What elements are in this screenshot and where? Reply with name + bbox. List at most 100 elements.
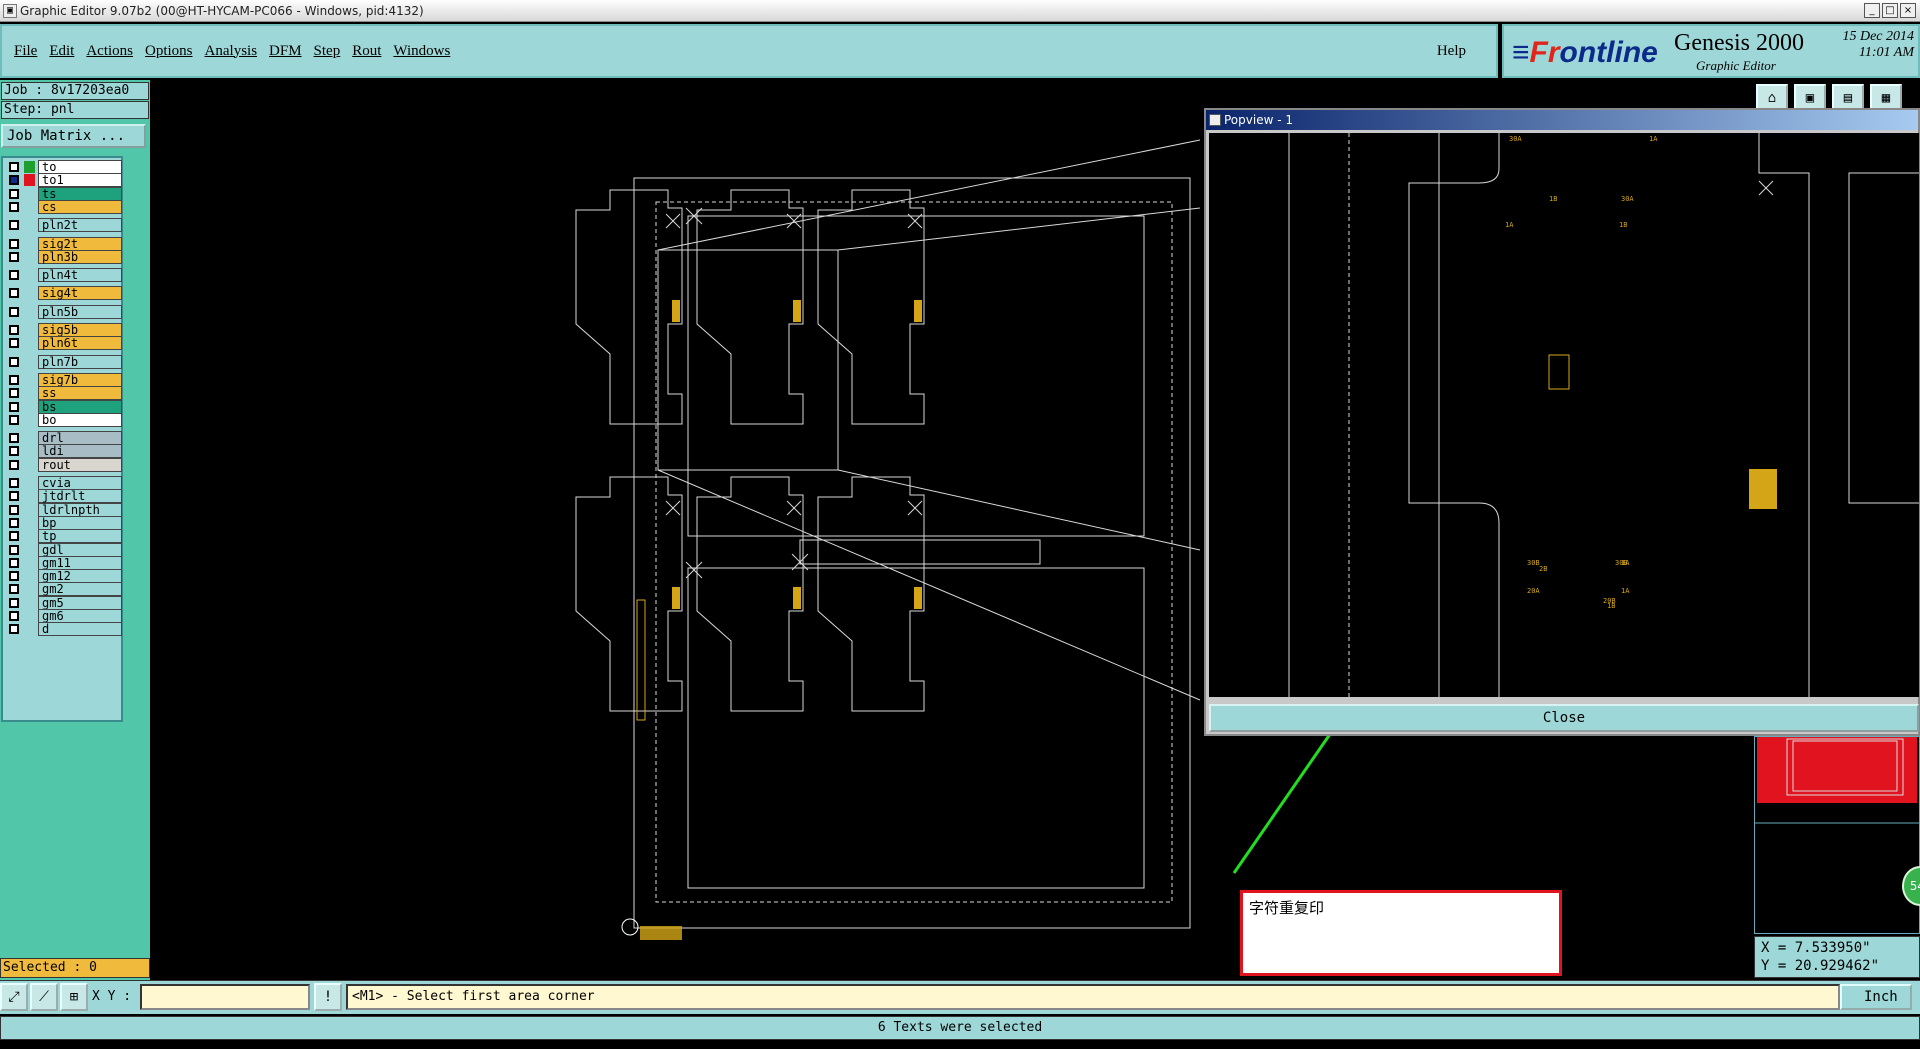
menu-analysis[interactable]: Analysis (205, 43, 258, 60)
alert-icon[interactable]: ! (314, 983, 342, 1011)
close-window-button[interactable]: × (1900, 3, 1916, 18)
layer-name[interactable]: pln6t (38, 336, 122, 351)
layer-row-pln4t[interactable]: pln4t (5, 268, 122, 283)
layer-checkbox[interactable] (9, 338, 19, 349)
zoom-area-icon[interactable]: ⤢ (0, 983, 28, 1011)
measure-icon[interactable]: ⟋ (30, 983, 58, 1011)
layer-checkbox[interactable] (9, 584, 19, 595)
layer-checkbox[interactable] (9, 325, 19, 335)
layer-row-sig4t[interactable]: sig4t (5, 286, 122, 301)
layer-row-pln3b[interactable]: pln3b (5, 249, 122, 264)
layer-checkbox[interactable] (9, 611, 19, 621)
layer-checkbox[interactable] (9, 162, 19, 172)
layer-row-ldrlnpth[interactable]: ldrlnpth (5, 502, 122, 517)
layer-row-sig7b[interactable]: sig7b (5, 372, 122, 387)
menu-options[interactable]: Options (145, 43, 193, 60)
layer-row-jtdrlt[interactable]: jtdrlt (5, 489, 122, 504)
layer-checkbox[interactable] (9, 433, 19, 444)
layer-row-bs[interactable]: bs (5, 399, 122, 414)
maximize-button[interactable]: □ (1882, 3, 1898, 18)
layer-checkbox[interactable] (9, 597, 19, 608)
job-matrix-button[interactable]: Job Matrix ... (1, 124, 146, 148)
layer-row-pln6t[interactable]: pln6t (5, 336, 122, 351)
layer-checkbox[interactable] (9, 478, 19, 488)
layer-name[interactable]: pln4t (38, 268, 122, 283)
menu-actions[interactable]: Actions (86, 43, 133, 60)
units-select[interactable]: Inch (1840, 984, 1912, 1010)
layer-name[interactable]: bo (38, 412, 122, 427)
layer-checkbox[interactable] (9, 388, 19, 399)
layer-name[interactable]: pln5b (38, 304, 122, 319)
snap-grid-icon[interactable]: ⊞ (60, 983, 88, 1011)
layer-checkbox[interactable] (9, 401, 19, 412)
layer-name[interactable]: sig2t (38, 236, 122, 251)
layer-checkbox[interactable] (9, 504, 19, 515)
layer-checkbox[interactable] (9, 238, 19, 249)
layer-row-ts[interactable]: ts (5, 186, 122, 201)
layer-checkbox[interactable] (9, 374, 19, 385)
layer-name[interactable]: gm5 (38, 595, 122, 610)
layer-name[interactable]: gm12 (38, 569, 122, 584)
layer-row-gm12[interactable]: gm12 (5, 569, 122, 584)
layer-name[interactable]: tp (38, 529, 122, 544)
layer-name[interactable]: ss (38, 386, 122, 401)
layer-checkbox[interactable] (9, 446, 19, 457)
layer-row-bo[interactable]: bo (5, 412, 122, 427)
layer-row-tp[interactable]: tp (5, 529, 122, 544)
layer-row-bp[interactable]: bp (5, 515, 122, 530)
layer-row-d[interactable]: d (5, 622, 122, 637)
menu-step[interactable]: Step (314, 43, 341, 60)
layer-checkbox[interactable] (9, 491, 19, 502)
layer-checkbox[interactable] (9, 306, 19, 317)
layer-row-gdl[interactable]: gdl (5, 542, 122, 557)
layer-name[interactable]: jtdrlt (38, 489, 122, 504)
layer-name[interactable]: ldi (38, 444, 122, 459)
layer-row-to1[interactable]: to1 (5, 173, 122, 188)
layer-name[interactable]: gm2 (38, 582, 122, 597)
layer-checkbox[interactable] (9, 270, 19, 281)
layer-row-rout[interactable]: rout (5, 457, 122, 472)
layer-checkbox[interactable] (9, 624, 19, 635)
layer-name[interactable]: pln3b (38, 249, 122, 264)
minimize-button[interactable]: _ (1864, 3, 1880, 18)
layer-name[interactable]: pln7b (38, 354, 122, 369)
layer-checkbox[interactable] (9, 288, 19, 299)
layer-name[interactable]: rout (38, 457, 122, 472)
layer-checkbox[interactable] (9, 557, 19, 568)
layer-row-gm2[interactable]: gm2 (5, 582, 122, 597)
layer-row-pln2t[interactable]: pln2t (5, 218, 122, 233)
layer-name[interactable]: sig4t (38, 286, 122, 301)
layer-row-ss[interactable]: ss (5, 386, 122, 401)
layer-row-pln7b[interactable]: pln7b (5, 354, 122, 369)
layer-name[interactable]: cvia (38, 476, 122, 490)
menu-edit[interactable]: Edit (49, 43, 74, 60)
menu-help[interactable]: Help (1437, 43, 1466, 60)
layer-checkbox[interactable] (9, 517, 19, 528)
layer-row-sig2t[interactable]: sig2t (5, 236, 122, 251)
layer-row-gm11[interactable]: gm11 (5, 555, 122, 570)
layer-checkbox[interactable] (9, 414, 19, 425)
layer-row-to[interactable]: to (5, 160, 122, 174)
layer-checkbox[interactable] (9, 220, 19, 231)
layer-row-gm6[interactable]: gm6 (5, 609, 122, 623)
layer-name[interactable]: d (38, 622, 122, 637)
layer-name[interactable]: to (38, 160, 122, 174)
layer-color-swatch[interactable] (24, 174, 35, 187)
minimap[interactable] (1754, 736, 1920, 934)
layer-name[interactable]: ts (38, 186, 122, 201)
layer-row-cs[interactable]: cs (5, 199, 122, 214)
layer-name[interactable]: gm6 (38, 609, 122, 623)
layer-checkbox[interactable] (9, 201, 19, 212)
layer-checkbox[interactable] (9, 356, 19, 367)
layer-checkbox[interactable] (9, 175, 19, 186)
layer-name[interactable]: ldrlnpth (38, 502, 122, 517)
layer-name[interactable]: pln2t (38, 218, 122, 233)
menu-windows[interactable]: Windows (393, 43, 450, 60)
layer-name[interactable]: sig7b (38, 372, 122, 387)
layer-row-sig5b[interactable]: sig5b (5, 323, 122, 337)
layer-row-pln5b[interactable]: pln5b (5, 304, 122, 319)
menu-rout[interactable]: Rout (352, 43, 381, 60)
layer-checkbox[interactable] (9, 251, 19, 262)
layer-name[interactable]: cs (38, 199, 122, 214)
layer-checkbox[interactable] (9, 571, 19, 582)
